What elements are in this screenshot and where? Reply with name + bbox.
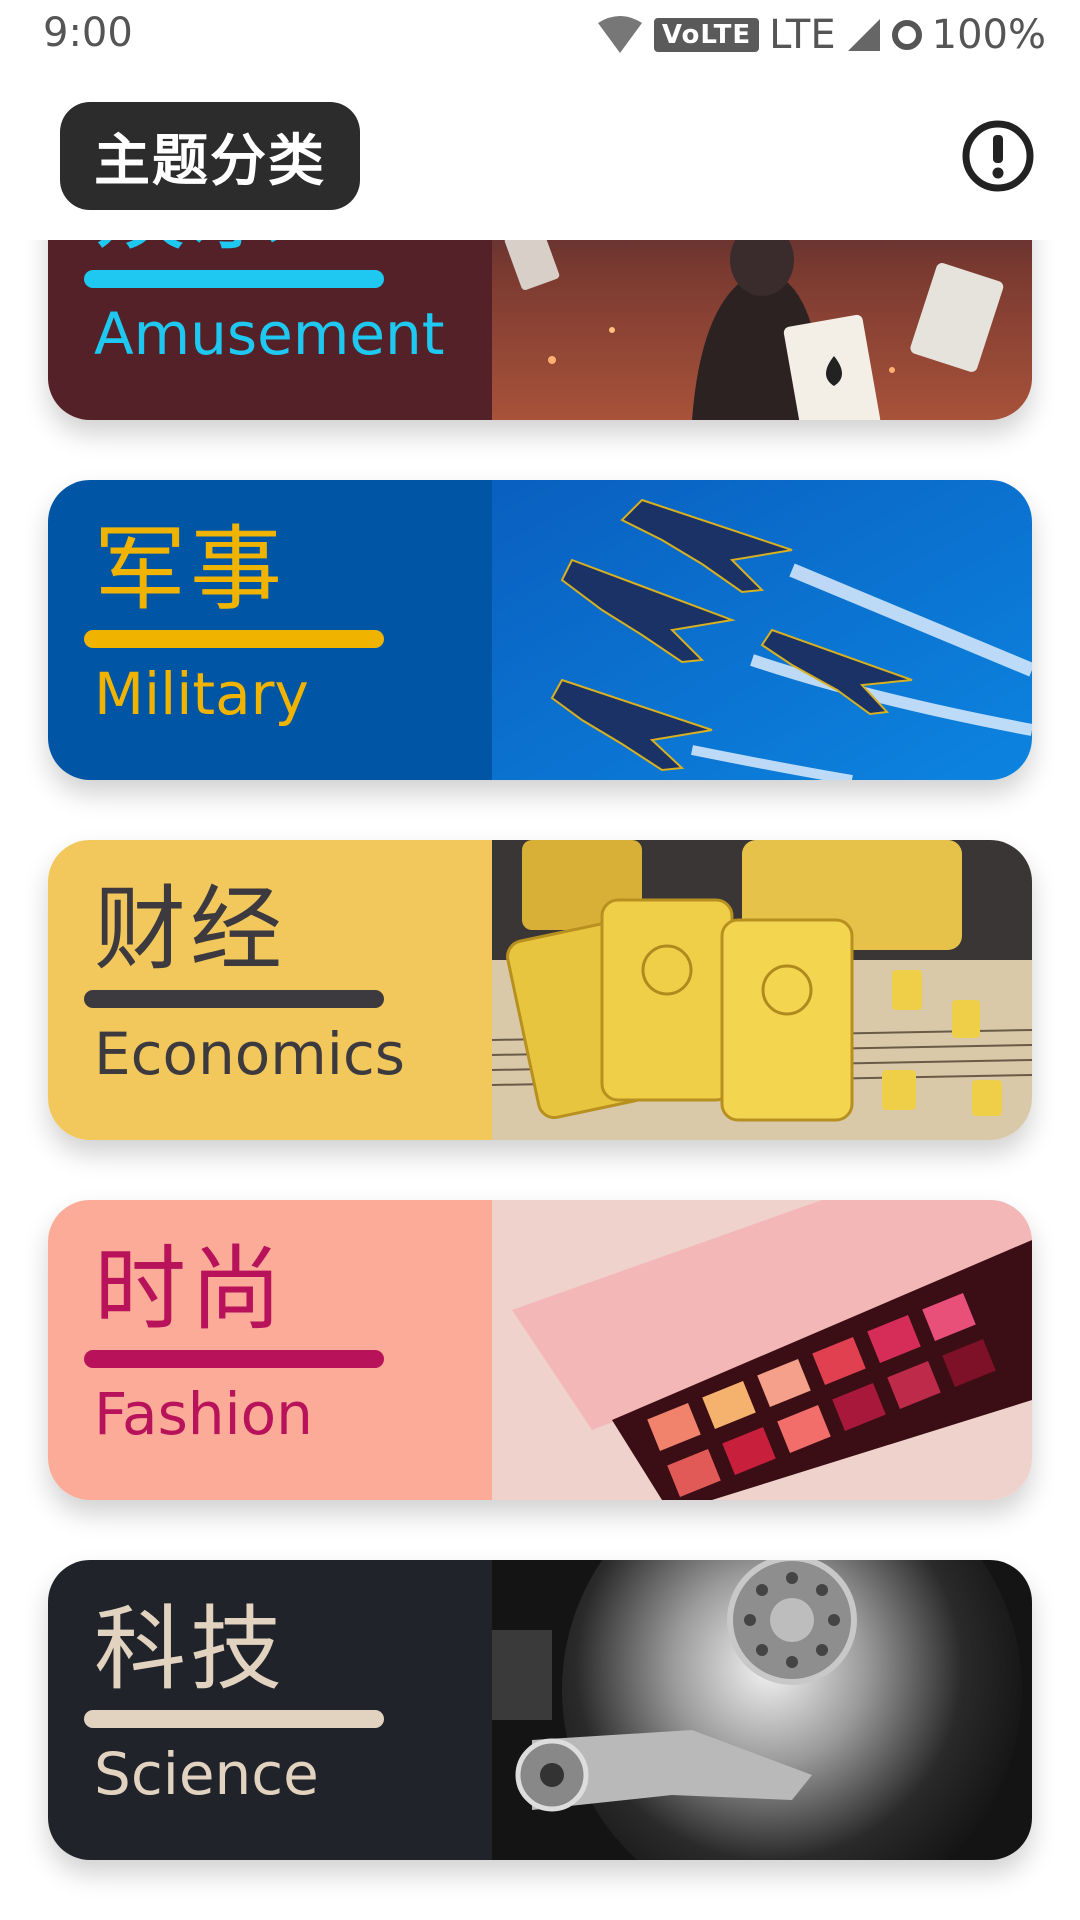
network-type: LTE xyxy=(769,12,836,58)
playing-cards-photo xyxy=(492,240,1032,420)
category-title-cn: 科技 xyxy=(94,1596,287,1703)
page-title: 主题分类 xyxy=(60,102,360,210)
gold-bars-photo xyxy=(492,840,1032,1140)
category-card-economics[interactable]: 财经 Economics xyxy=(48,840,1032,1140)
category-title-en: Fashion xyxy=(94,1380,313,1448)
category-title-cn: 军事 xyxy=(94,516,287,623)
category-text-panel: 财经 Economics xyxy=(48,840,492,1140)
volte-badge: VoLTE xyxy=(653,18,760,52)
category-text-panel: 时尚 Fashion xyxy=(48,1200,492,1500)
category-underline xyxy=(84,630,384,648)
category-title-cn: 娱乐 xyxy=(94,240,286,260)
fighter-jets-photo xyxy=(492,480,1032,780)
category-card-fashion[interactable]: 时尚 Fashion xyxy=(48,1200,1032,1500)
category-underline xyxy=(84,1350,384,1368)
battery-icon xyxy=(891,20,922,50)
info-alert-icon[interactable] xyxy=(960,118,1036,194)
category-underline xyxy=(84,270,384,288)
category-card-military[interactable]: 军事 Military xyxy=(48,480,1032,780)
category-list[interactable]: 娱乐 Amusement xyxy=(0,240,1080,1920)
battery-percent: 100% xyxy=(931,12,1046,58)
eyeshadow-palette-photo xyxy=(492,1200,1032,1500)
signal-icon xyxy=(847,19,880,51)
status-time: 9:00 xyxy=(43,10,133,56)
status-icons: VoLTE LTE 100% xyxy=(596,10,1046,60)
wifi-icon xyxy=(597,16,642,53)
category-text-panel: 科技 Science xyxy=(48,1560,492,1860)
category-title-cn: 时尚 xyxy=(94,1236,287,1343)
category-underline xyxy=(84,990,384,1008)
status-bar: 9:00 VoLTE LTE 100% xyxy=(0,0,1080,72)
category-text-panel: 军事 Military xyxy=(48,480,492,780)
category-underline xyxy=(84,1710,384,1728)
category-card-science[interactable]: 科技 Science xyxy=(48,1560,1032,1860)
hard-drive-photo xyxy=(492,1560,1032,1860)
category-text-panel: 娱乐 Amusement xyxy=(48,240,492,420)
category-title-cn: 财经 xyxy=(94,876,287,983)
category-title-en: Amusement xyxy=(94,300,445,368)
app-bar: 主题分类 xyxy=(0,72,1080,240)
category-title-en: Military xyxy=(94,660,309,728)
category-title-en: Economics xyxy=(94,1020,405,1088)
category-card-amusement[interactable]: 娱乐 Amusement xyxy=(48,240,1032,420)
category-title-en: Science xyxy=(94,1740,319,1808)
